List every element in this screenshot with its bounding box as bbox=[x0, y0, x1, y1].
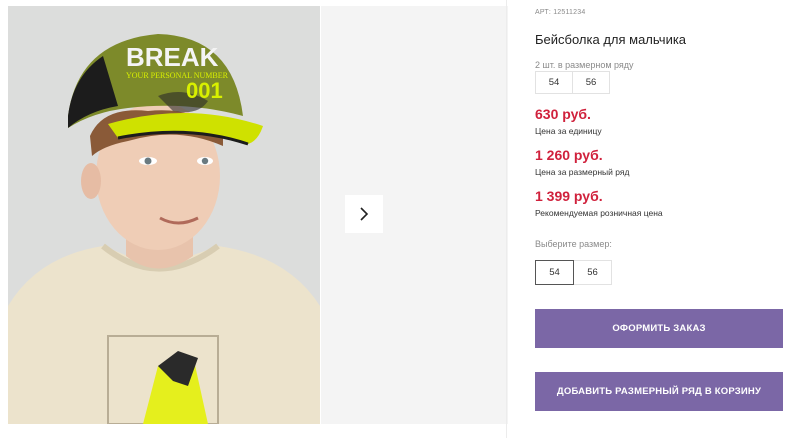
product-photo[interactable]: BREAK YOUR PERSONAL NUMBER 001 bbox=[8, 6, 320, 424]
row-price-label: Цена за размерный ряд bbox=[535, 167, 630, 177]
pack-info: 2 шт. в размерном ряду bbox=[535, 60, 634, 70]
pack-size-56: 56 bbox=[572, 71, 610, 94]
size-option-56[interactable]: 56 bbox=[573, 260, 612, 285]
product-title: Бейсболка для мальчика bbox=[535, 32, 687, 47]
size-selector-label: Выберите размер: bbox=[535, 239, 612, 249]
add-to-cart-button[interactable]: ДОБАВИТЬ РАЗМЕРНЫЙ РЯД В КОРЗИНУ bbox=[535, 372, 783, 411]
article-number: АРТ: 12511234 bbox=[535, 9, 586, 16]
order-button[interactable]: ОФОРМИТЬ ЗАКАЗ bbox=[535, 309, 783, 348]
pack-size-54: 54 bbox=[535, 71, 573, 94]
retail-price-label: Рекомендуемая розничная цена bbox=[535, 208, 663, 218]
row-price: 1 260 руб. bbox=[535, 147, 603, 163]
chevron-right-icon bbox=[360, 207, 369, 221]
product-page: BREAK YOUR PERSONAL NUMBER 001 АРТ: 1251… bbox=[0, 0, 800, 438]
unit-price-label: Цена за единицу bbox=[535, 126, 602, 136]
pack-sizes: 54 56 bbox=[535, 71, 610, 94]
cap-logo-text: BREAK bbox=[126, 42, 219, 72]
boy-in-cap-image: BREAK YOUR PERSONAL NUMBER 001 bbox=[8, 6, 320, 424]
retail-price: 1 399 руб. bbox=[535, 188, 603, 204]
product-gallery: BREAK YOUR PERSONAL NUMBER 001 bbox=[8, 6, 508, 424]
unit-price: 630 руб. bbox=[535, 106, 591, 122]
size-option-54[interactable]: 54 bbox=[535, 260, 574, 285]
gallery-next-button[interactable] bbox=[345, 195, 383, 233]
size-selector: 54 56 bbox=[535, 260, 612, 285]
column-divider bbox=[506, 0, 507, 438]
cap-number: 001 bbox=[186, 78, 223, 103]
